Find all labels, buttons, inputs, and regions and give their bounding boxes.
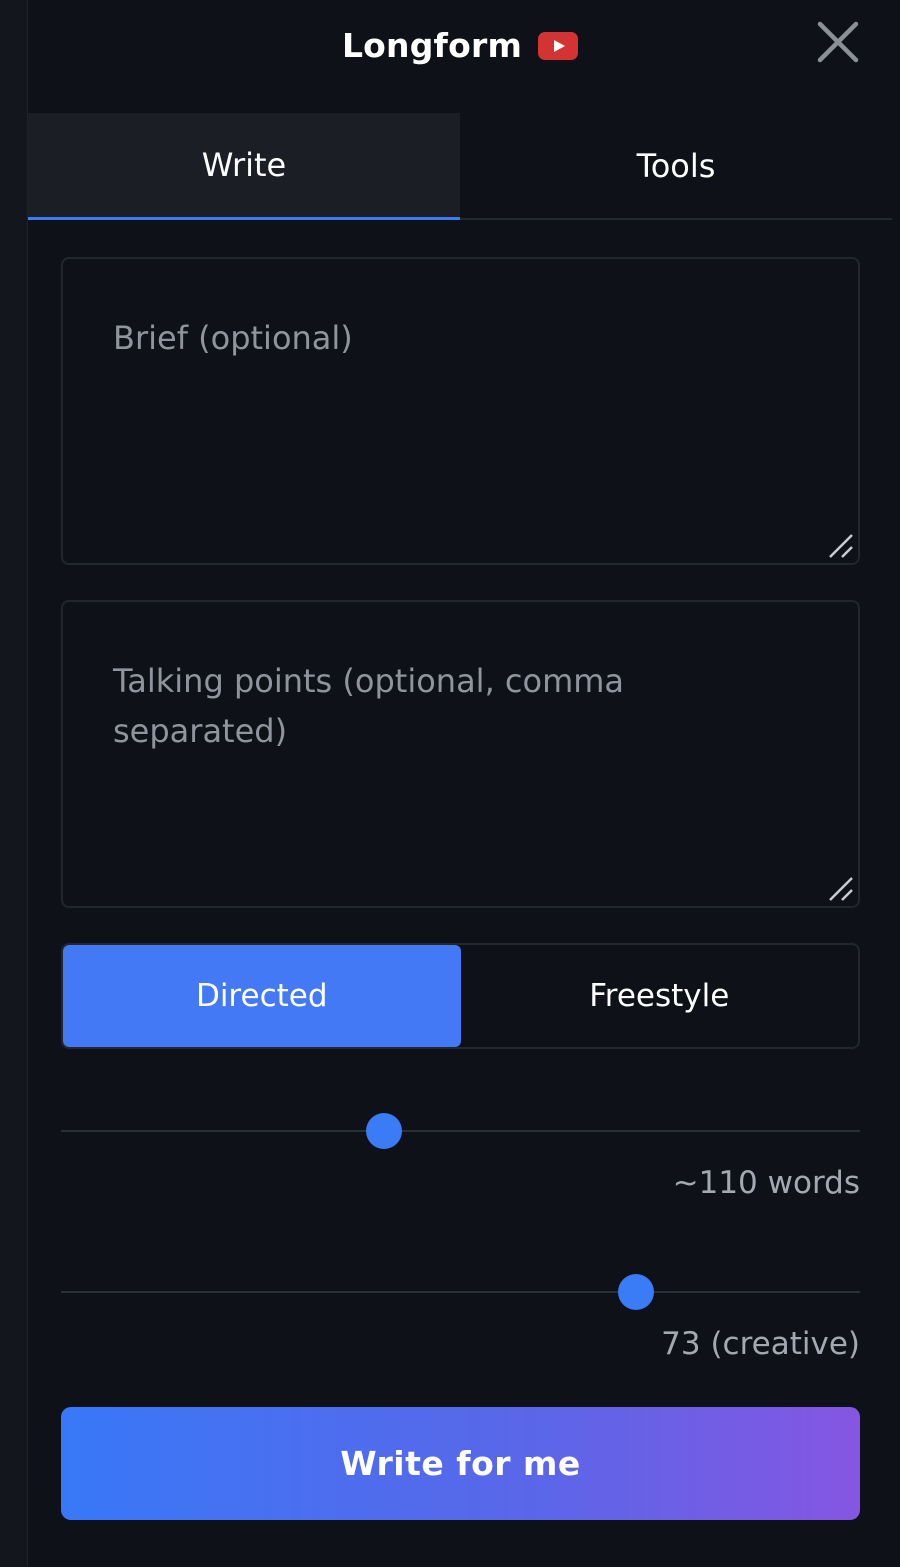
- longform-panel: Longform Write Tools Directed Freestyle: [28, 0, 900, 1567]
- slider-thumb[interactable]: [365, 1113, 402, 1149]
- creativity-slider[interactable]: [61, 1273, 860, 1313]
- mode-freestyle-button[interactable]: Freestyle: [461, 945, 859, 1047]
- tab-bar: Write Tools: [28, 113, 892, 220]
- mode-toggle: Directed Freestyle: [61, 943, 860, 1049]
- left-edge-strip: [0, 0, 28, 1567]
- brief-field: [61, 257, 860, 565]
- tab-tools[interactable]: Tools: [460, 113, 892, 218]
- resize-handle-icon[interactable]: [828, 876, 854, 902]
- brief-input[interactable]: [63, 259, 858, 563]
- title-group: Longform: [28, 26, 892, 65]
- panel-header: Longform: [28, 0, 892, 100]
- youtube-play-icon: [538, 31, 579, 60]
- tab-write[interactable]: Write: [28, 113, 460, 220]
- resize-handle-icon[interactable]: [828, 533, 854, 559]
- creativity-value-label: 73 (creative): [661, 1326, 860, 1362]
- talking-points-input[interactable]: [63, 602, 858, 906]
- close-button[interactable]: [816, 20, 860, 64]
- talking-points-field: [61, 600, 860, 908]
- slider-thumb[interactable]: [618, 1274, 655, 1310]
- length-value-label: ~110 words: [672, 1165, 860, 1201]
- write-for-me-button[interactable]: Write for me: [61, 1407, 860, 1520]
- slider-track: [61, 1130, 860, 1132]
- mode-directed-button[interactable]: Directed: [63, 945, 461, 1047]
- length-slider[interactable]: [61, 1112, 860, 1152]
- slider-track: [61, 1291, 860, 1293]
- panel-title: Longform: [341, 26, 523, 65]
- close-icon: [817, 21, 859, 63]
